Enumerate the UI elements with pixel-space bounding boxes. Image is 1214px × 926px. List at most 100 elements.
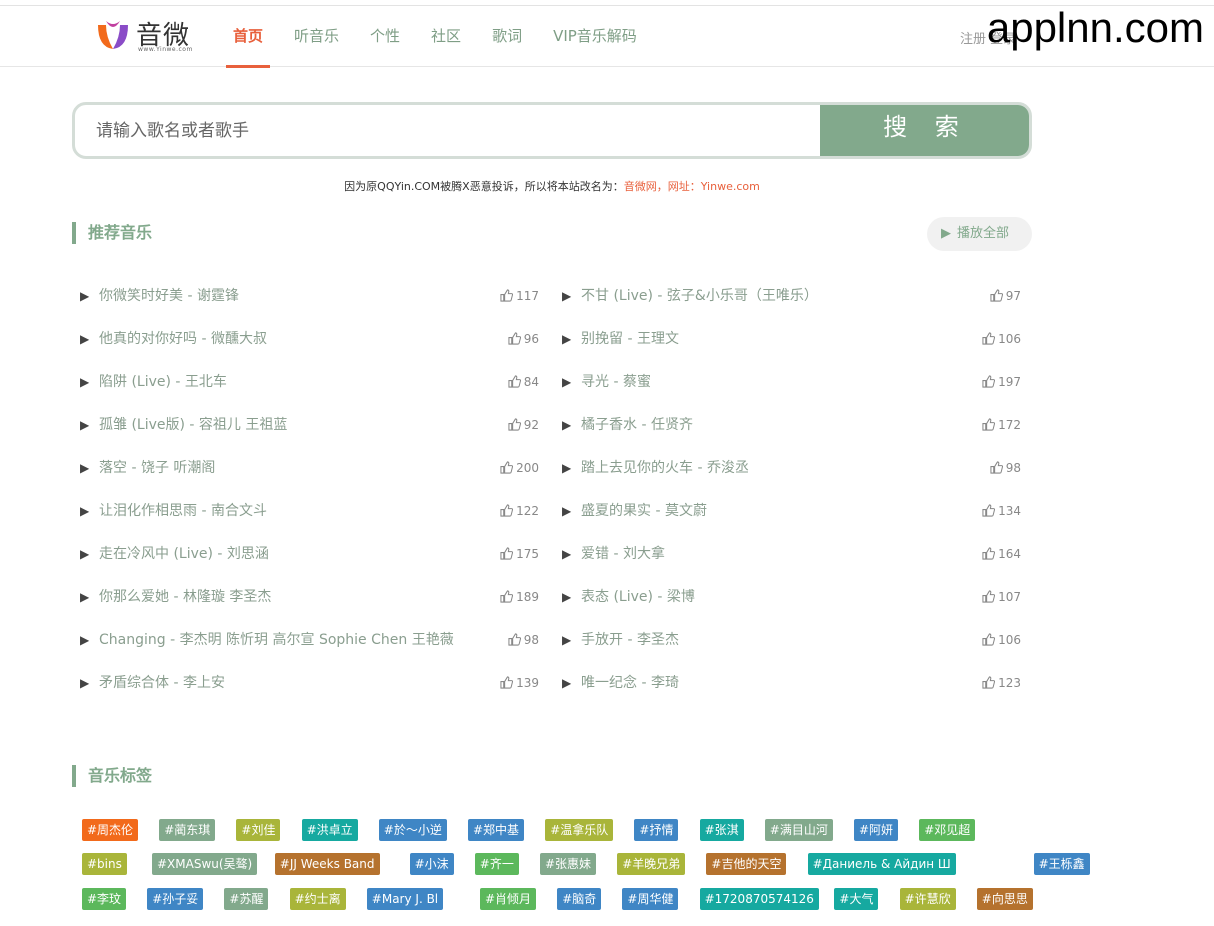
song-title[interactable]: 寻光 - 蔡蜜	[581, 374, 651, 390]
music-tag[interactable]: #阿妍	[854, 819, 899, 841]
music-tag[interactable]: #满目山河	[764, 819, 833, 841]
play-icon[interactable]: ▶	[80, 329, 92, 349]
music-tag[interactable]: #温拿乐队	[545, 819, 614, 841]
play-icon[interactable]: ▶	[562, 458, 574, 478]
song-title[interactable]: 矛盾综合体 - 李上安	[99, 675, 225, 691]
music-tag[interactable]: #李玟	[82, 888, 127, 910]
music-tag[interactable]: #Mary J. Bl	[366, 888, 444, 910]
music-tag[interactable]: #脑奇	[557, 888, 602, 910]
like-count[interactable]: 122	[479, 501, 539, 521]
music-tag[interactable]: #抒情	[634, 819, 679, 841]
song-item[interactable]: ▶ 表态 (Live) - 梁博	[562, 587, 695, 607]
song-title[interactable]: 不甘 (Live) - 弦子&小乐哥（王唯乐）	[581, 288, 818, 304]
music-tag[interactable]: #肖倾月	[480, 888, 537, 910]
song-item[interactable]: ▶ 落空 - 饶子 听潮阁	[80, 458, 215, 478]
music-tag[interactable]: #bins	[82, 853, 127, 875]
play-icon[interactable]: ▶	[80, 673, 92, 693]
song-item[interactable]: ▶ 你那么爱她 - 林隆璇 李圣杰	[80, 587, 271, 607]
like-count[interactable]: 134	[961, 501, 1021, 521]
play-icon[interactable]: ▶	[562, 286, 574, 306]
search-input[interactable]	[75, 105, 820, 156]
music-tag[interactable]: #向思思	[976, 888, 1033, 910]
song-item[interactable]: ▶ 你微笑时好美 - 谢霆锋	[80, 286, 239, 306]
music-tag[interactable]: #周杰伦	[82, 819, 139, 841]
music-tag[interactable]: #羊晚兄弟	[617, 853, 686, 875]
music-tag[interactable]: #於～小逆	[378, 819, 447, 841]
play-icon[interactable]: ▶	[562, 544, 574, 564]
like-count[interactable]: 175	[479, 544, 539, 564]
song-item[interactable]: ▶ 寻光 - 蔡蜜	[562, 372, 651, 392]
music-tag[interactable]: #苏醒	[224, 888, 269, 910]
play-icon[interactable]: ▶	[80, 501, 92, 521]
song-title[interactable]: 让泪化作相思雨 - 南合文斗	[99, 503, 267, 519]
search-button[interactable]: 搜 索	[820, 105, 1029, 156]
like-count[interactable]: 107	[961, 587, 1021, 607]
song-title[interactable]: 陷阱 (Live) - 王北车	[99, 374, 227, 390]
song-title[interactable]: 走在冷风中 (Live) - 刘思涵	[99, 546, 269, 562]
play-icon[interactable]: ▶	[562, 501, 574, 521]
like-count[interactable]: 164	[961, 544, 1021, 564]
play-icon[interactable]: ▶	[80, 372, 92, 392]
song-title[interactable]: 你微笑时好美 - 谢霆锋	[99, 288, 239, 304]
nav-item[interactable]: 首页	[226, 6, 271, 68]
song-item[interactable]: ▶ 盛夏的果实 - 莫文蔚	[562, 501, 707, 521]
like-count[interactable]: 123	[961, 673, 1021, 693]
play-icon[interactable]: ▶	[80, 630, 92, 650]
song-title[interactable]: 踏上去见你的火车 - 乔浚丞	[581, 460, 749, 476]
like-count[interactable]: 106	[961, 329, 1021, 349]
like-count[interactable]: 98	[961, 458, 1021, 478]
song-item[interactable]: ▶ 别挽留 - 王理文	[562, 329, 679, 349]
song-item[interactable]: ▶ 橘子香水 - 任贤齐	[562, 415, 693, 435]
nav-item[interactable]: 个性	[363, 6, 407, 67]
music-tag[interactable]: #蔺东琪	[159, 819, 216, 841]
nav-item[interactable]: 社区	[424, 6, 468, 67]
song-title[interactable]: 爱错 - 刘大拿	[581, 546, 665, 562]
song-item[interactable]: ▶ 走在冷风中 (Live) - 刘思涵	[80, 544, 269, 564]
music-tag[interactable]: #1720870574126	[699, 888, 819, 910]
music-tag[interactable]: #齐一	[474, 853, 519, 875]
music-tag[interactable]: #张淇	[699, 819, 744, 841]
song-item[interactable]: ▶ 手放开 - 李圣杰	[562, 630, 679, 650]
music-tag[interactable]: #约士离	[289, 888, 346, 910]
nav-item[interactable]: VIP音乐解码	[546, 6, 644, 67]
play-icon[interactable]: ▶	[562, 329, 574, 349]
song-title[interactable]: 手放开 - 李圣杰	[581, 632, 679, 648]
like-count[interactable]: 200	[479, 458, 539, 478]
song-title[interactable]: 橘子香水 - 任贤齐	[581, 417, 693, 433]
play-icon[interactable]: ▶	[80, 415, 92, 435]
song-item[interactable]: ▶ 踏上去见你的火车 - 乔浚丞	[562, 458, 749, 478]
play-icon[interactable]: ▶	[562, 415, 574, 435]
song-item[interactable]: ▶ 矛盾综合体 - 李上安	[80, 673, 225, 693]
song-item[interactable]: ▶ 不甘 (Live) - 弦子&小乐哥（王唯乐）	[562, 286, 818, 306]
music-tag[interactable]: #XMASwu(吴骜)	[152, 853, 258, 875]
music-tag[interactable]: #吉他的天空	[706, 853, 787, 875]
song-item[interactable]: ▶ Changing - 李杰明 陈忻玥 高尔宣 Sophie Chen 王艳薇	[80, 630, 454, 650]
song-title[interactable]: 表态 (Live) - 梁博	[581, 589, 695, 605]
music-tag[interactable]: #刘佳	[236, 819, 281, 841]
music-tag[interactable]: #王栎鑫	[1033, 853, 1090, 875]
music-tag[interactable]: #大气	[834, 888, 879, 910]
song-title[interactable]: 落空 - 饶子 听潮阁	[99, 460, 215, 476]
like-count[interactable]: 117	[479, 286, 539, 306]
music-tag[interactable]: #小沫	[409, 853, 454, 875]
song-item[interactable]: ▶ 唯一纪念 - 李琦	[562, 673, 679, 693]
like-count[interactable]: 139	[479, 673, 539, 693]
song-title[interactable]: 盛夏的果实 - 莫文蔚	[581, 503, 707, 519]
play-icon[interactable]: ▶	[562, 587, 574, 607]
song-item[interactable]: ▶ 让泪化作相思雨 - 南合文斗	[80, 501, 267, 521]
music-tag[interactable]: #洪卓立	[301, 819, 358, 841]
music-tag[interactable]: #孙子妥	[147, 888, 204, 910]
play-all-button[interactable]: ▶ 播放全部	[927, 217, 1032, 251]
like-count[interactable]: 189	[479, 587, 539, 607]
music-tag[interactable]: #Даниель & Айдин Ш	[807, 853, 956, 875]
play-icon[interactable]: ▶	[562, 372, 574, 392]
like-count[interactable]: 92	[479, 415, 539, 435]
like-count[interactable]: 197	[961, 372, 1021, 392]
song-title[interactable]: 别挽留 - 王理文	[581, 331, 679, 347]
song-title[interactable]: 你那么爱她 - 林隆璇 李圣杰	[99, 589, 271, 605]
song-item[interactable]: ▶ 他真的对你好吗 - 微醺大叔	[80, 329, 267, 349]
song-item[interactable]: ▶ 爱错 - 刘大拿	[562, 544, 665, 564]
music-tag[interactable]: #许慧欣	[899, 888, 956, 910]
nav-item[interactable]: 歌词	[485, 6, 529, 67]
music-tag[interactable]: #周华健	[622, 888, 679, 910]
